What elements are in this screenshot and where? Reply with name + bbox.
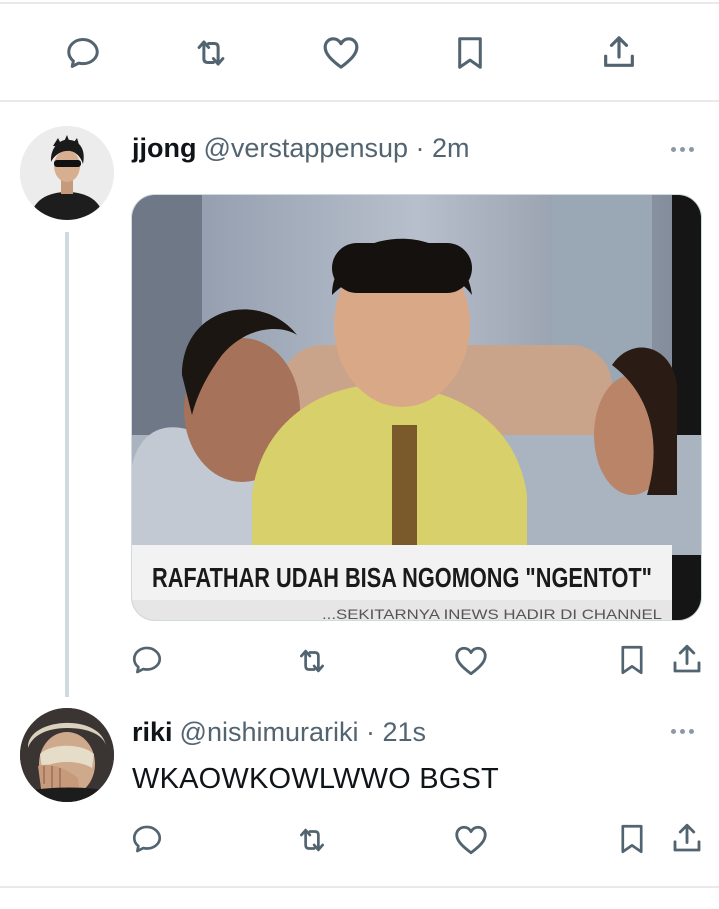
media-caption: RAFATHAR UDAH BISA NGOMONG "NGENTOT" bbox=[152, 562, 652, 593]
reply-icon[interactable] bbox=[130, 643, 164, 677]
share-icon[interactable] bbox=[599, 32, 639, 72]
more-options-icon[interactable] bbox=[671, 147, 694, 152]
share-icon[interactable] bbox=[669, 641, 705, 677]
tweet-text: WKAOWKOWLWWO BGST bbox=[132, 763, 499, 795]
bookmark-icon[interactable] bbox=[615, 642, 649, 678]
reply-icon[interactable] bbox=[130, 822, 164, 856]
author-handle-time[interactable]: @verstappensup · 2m bbox=[203, 133, 469, 164]
share-icon[interactable] bbox=[669, 820, 705, 856]
like-icon[interactable] bbox=[453, 822, 489, 858]
like-icon[interactable] bbox=[453, 643, 489, 679]
author-name[interactable]: riki bbox=[132, 717, 173, 748]
top-divider bbox=[0, 2, 719, 4]
tweet-media-image[interactable]: RAFATHAR UDAH BISA NGOMONG "NGENTOT" ...… bbox=[131, 194, 702, 621]
media-ticker: ...SEKITARNYA INEWS HADIR DI CHANNEL bbox=[322, 606, 662, 620]
avatar[interactable] bbox=[20, 126, 114, 220]
bottom-divider bbox=[0, 886, 719, 888]
avatar[interactable] bbox=[20, 708, 114, 802]
reply-icon[interactable] bbox=[64, 34, 102, 72]
like-icon[interactable] bbox=[321, 33, 361, 73]
more-options-icon[interactable] bbox=[671, 729, 694, 734]
tweet-header: riki @nishimurariki · 21s bbox=[132, 717, 426, 748]
author-handle-time[interactable]: @nishimurariki · 21s bbox=[180, 717, 426, 748]
tweet-header: jjong @verstappensup · 2m bbox=[132, 133, 470, 164]
author-name[interactable]: jjong bbox=[132, 133, 196, 164]
section-divider bbox=[0, 100, 719, 102]
retweet-icon[interactable] bbox=[191, 34, 231, 72]
bookmark-icon[interactable] bbox=[615, 821, 649, 857]
retweet-icon[interactable] bbox=[294, 823, 330, 857]
thread-line bbox=[65, 232, 69, 697]
bookmark-icon[interactable] bbox=[451, 33, 489, 73]
retweet-icon[interactable] bbox=[294, 644, 330, 678]
